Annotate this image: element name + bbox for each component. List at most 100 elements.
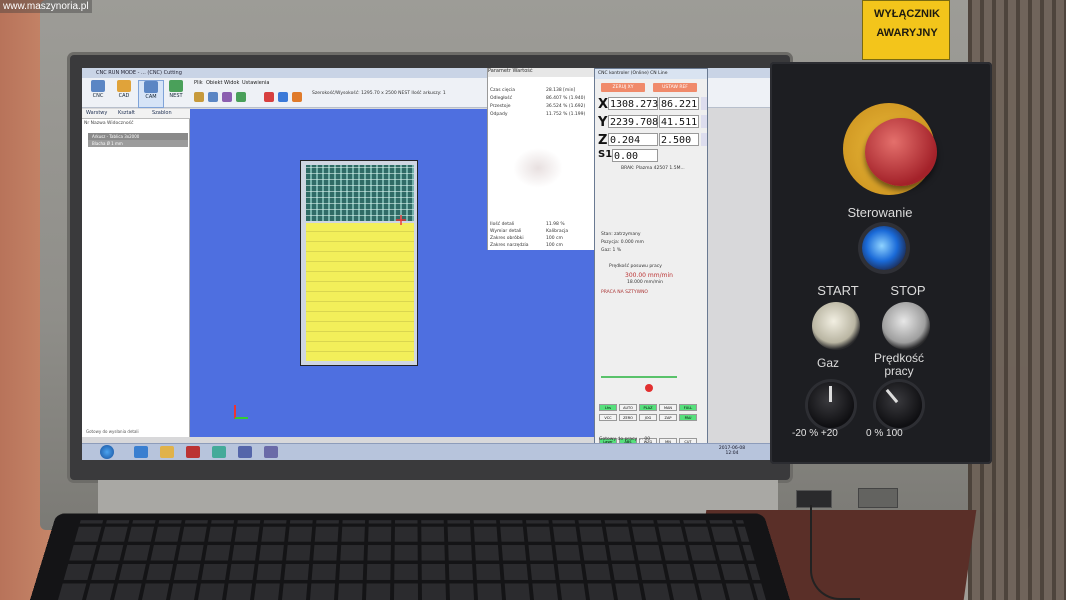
menu-plik[interactable]: Plik xyxy=(194,80,203,86)
menu-obiekt[interactable]: Obiekt xyxy=(206,80,222,86)
keyboard-keys xyxy=(56,520,766,600)
gas-scale: -20 % +20 xyxy=(792,428,838,439)
stop-icon[interactable] xyxy=(645,384,653,392)
left-tabs: Warstwy Kształt Szablon xyxy=(82,109,190,119)
job-name: BRAK: Plazma 42507 1.5M... xyxy=(621,166,685,171)
nest-icon xyxy=(169,80,183,92)
mode-button[interactable]: JOG xyxy=(639,414,657,421)
taskbar-clock: 2017-06-08 12:04 xyxy=(718,446,746,456)
sign-line: WYŁĄCZNIK xyxy=(874,8,940,20)
app-icon[interactable] xyxy=(186,446,200,458)
speed-value: 300.00 mm/min xyxy=(625,272,673,279)
speed-knob[interactable] xyxy=(876,382,922,428)
keyboard[interactable] xyxy=(30,513,790,600)
mode-button[interactable]: ZERO xyxy=(619,414,637,421)
layer-row[interactable]: Arkusz - Tablica 3x2000 xyxy=(88,133,188,140)
menu-widok[interactable]: Widok xyxy=(224,80,239,86)
ribbon-cnc-button[interactable]: CNC xyxy=(86,80,110,106)
start-button[interactable] xyxy=(812,302,860,350)
mode-button[interactable]: VCC xyxy=(599,414,617,421)
zoom-icon[interactable] xyxy=(222,92,232,102)
prop-row: Przestoje 36.524 % (1.692) xyxy=(490,104,586,109)
ribbon-nest-button[interactable]: NEST xyxy=(164,80,188,106)
preview-blur xyxy=(513,148,563,188)
cnc-footer: Gotowy do pracy ... 00 xyxy=(599,437,651,442)
watermark: www.maszynoria.pl xyxy=(0,0,92,13)
app-icon[interactable] xyxy=(264,446,278,458)
cnc-title: CNC kontroler (Online) CN Line xyxy=(595,69,707,79)
sign-line: AWARYJNY xyxy=(876,27,938,39)
emergency-sign: WYŁĄCZNIK AWARYJNY xyxy=(862,0,950,60)
cut-parts-area xyxy=(306,165,414,221)
ribbon-cad-button[interactable]: CAD xyxy=(112,80,136,106)
remaining-parts-area xyxy=(306,223,414,361)
stop-button[interactable] xyxy=(882,302,930,350)
tab-warstwy[interactable]: Warstwy xyxy=(86,110,107,116)
mode-button[interactable]: MAN xyxy=(659,404,677,411)
sterowanie-label: Sterowanie xyxy=(847,205,913,220)
layer-row[interactable]: Blacha Ø 1 mm xyxy=(88,140,188,147)
mode-button[interactable]: FULL xyxy=(679,404,697,411)
prop-row: Odległość 86.407 % (1.940) xyxy=(490,96,586,101)
start-label: START xyxy=(817,283,859,298)
emergency-stop-button[interactable] xyxy=(865,118,937,186)
cnc-icon xyxy=(91,80,105,92)
material-sheet[interactable] xyxy=(300,160,418,366)
layers-header: Nr Nazwa Widoczność xyxy=(84,121,134,126)
axis-x-readout: X 1308.273 86.221 xyxy=(598,96,707,112)
save-icon[interactable] xyxy=(208,92,218,102)
open-icon[interactable] xyxy=(194,92,204,102)
layers-footer: Gotowy do wysłania detali xyxy=(86,429,139,434)
app-icon[interactable] xyxy=(238,446,252,458)
axis-z-readout: Z 0.204 2.500 xyxy=(598,132,707,148)
cam-icon xyxy=(144,81,158,93)
axes-icon xyxy=(234,405,248,419)
prop-row: Zakres narzędzia 100 cm xyxy=(490,243,563,248)
control-on-button[interactable] xyxy=(862,226,906,270)
zero-xy-button[interactable]: ZERUJ XY xyxy=(601,83,645,92)
prop-row: Czas cięcia 28.138 [min] xyxy=(490,88,576,93)
info-line: Szerokość/Wysokość: 1295.70 x 2500 NEST … xyxy=(312,91,446,96)
menu-ustawienia[interactable]: Ustawienia xyxy=(242,80,269,86)
status-line: Stan: zatrzymany xyxy=(601,232,641,237)
stop-label: STOP xyxy=(890,283,926,298)
prop-row: Wymiar detali Kalibracja xyxy=(490,229,569,234)
move-icon[interactable] xyxy=(236,92,246,102)
ribbon-cam-button[interactable]: CAM xyxy=(138,80,164,108)
mode-button[interactable]: AUTO xyxy=(619,404,637,411)
play-icon[interactable] xyxy=(278,92,288,102)
mode-label: PRACA NA SZTYWNO xyxy=(601,290,648,295)
speed-sub: 18.000 mm/min xyxy=(627,280,663,285)
set-ref-button[interactable]: USTAW REF xyxy=(653,83,697,92)
mode-button[interactable]: ZAP xyxy=(659,414,677,421)
gaz-label: Gaz xyxy=(816,356,839,370)
crosshair-icon xyxy=(396,215,406,225)
monitor-screen: CNC RUN MODE - ... (CNC) Cutting CNC CAD… xyxy=(82,68,774,460)
tab-szablon[interactable]: Szablon xyxy=(152,110,172,116)
windows-taskbar: 2017-06-08 12:04 xyxy=(82,443,774,460)
cut-icon[interactable] xyxy=(264,92,274,102)
tab-ksztalt[interactable]: Kształt xyxy=(118,110,135,116)
status-line: Gaz: 1 % xyxy=(601,248,622,253)
gas-knob[interactable] xyxy=(808,382,854,428)
properties-header: Parametr Wartość xyxy=(488,68,598,77)
start-icon[interactable] xyxy=(100,445,114,459)
mode-button[interactable]: PAU xyxy=(679,414,697,421)
mode-button[interactable]: PLAZ xyxy=(639,404,657,411)
speed-label: Prędkość posuwu pracy xyxy=(609,264,662,269)
ie-icon[interactable] xyxy=(134,446,148,458)
properties-pane: Parametr Wartość Czas cięcia 28.138 [min]… xyxy=(487,68,598,250)
progress-bar xyxy=(601,376,677,378)
cnc-body: BRAK: Plazma 42507 1.5M... Stan: zatrzym… xyxy=(597,162,707,445)
magnet-icon[interactable] xyxy=(292,92,302,102)
explorer-icon[interactable] xyxy=(160,446,174,458)
layers-panel: Nr Nazwa Widoczność Arkusz - Tablica 3x2… xyxy=(82,119,190,437)
prop-row: Odpady 11.752 % (1.199) xyxy=(490,112,586,117)
cad-icon xyxy=(117,80,131,92)
axis-y-readout: Y 2239.708 41.511 xyxy=(598,114,707,130)
app-icon[interactable] xyxy=(212,446,226,458)
speed-label: Prędkość pracy xyxy=(873,351,925,378)
mode-button[interactable]: Lhs xyxy=(599,404,617,411)
prop-row: Ilość detali 11.98 % xyxy=(490,222,565,227)
cnc-controller-window: CNC kontroler (Online) CN Line ZERUJ XY … xyxy=(594,68,708,448)
